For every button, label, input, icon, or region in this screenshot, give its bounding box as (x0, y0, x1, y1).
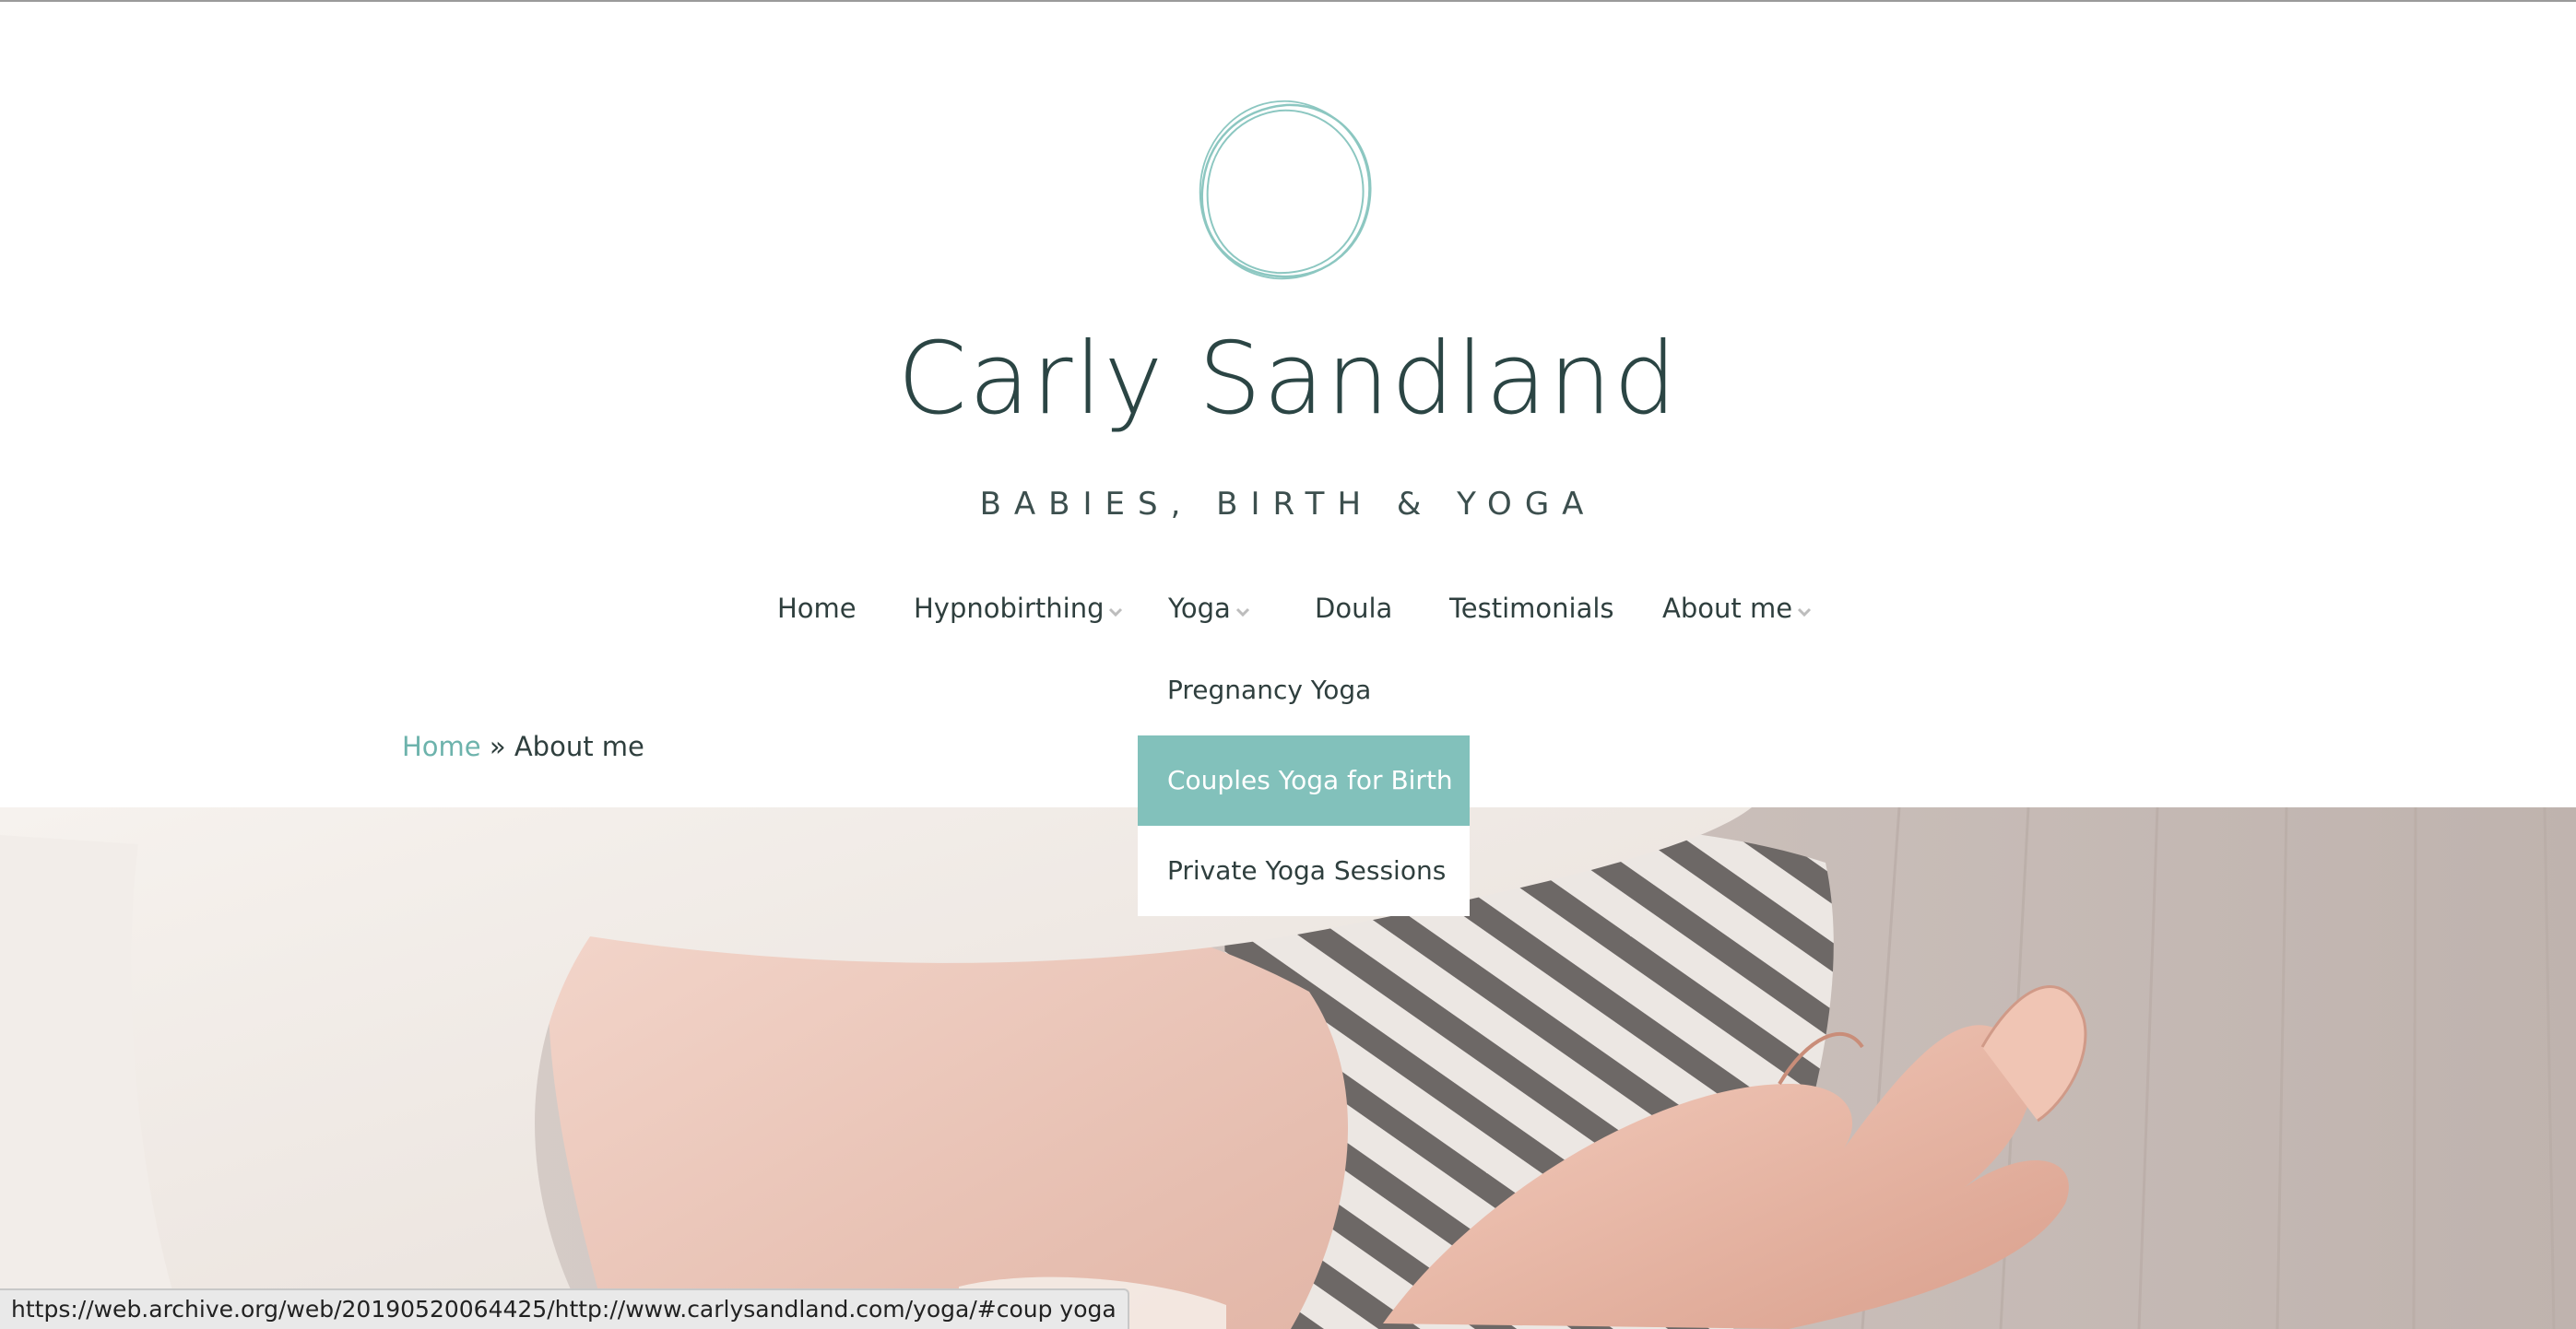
submenu-item-couples-yoga[interactable]: Couples Yoga for Birth (1138, 735, 1470, 826)
nav-item-doula[interactable]: Doula (1315, 584, 1392, 640)
nav-item-label: Home (777, 593, 857, 624)
page: Carly Sandland BABIES, BIRTH & YOGA Home… (0, 0, 2576, 1329)
breadcrumb: Home » About me (402, 726, 644, 767)
nav-item-label: Yoga (1168, 593, 1231, 624)
breadcrumb-current: About me (514, 731, 644, 762)
nav-item-label: Hypnobirthing (914, 593, 1105, 624)
chevron-down-icon (1109, 607, 1123, 617)
nav-item-label: Doula (1315, 593, 1393, 624)
submenu-item-private-yoga[interactable]: Private Yoga Sessions (1138, 826, 1470, 916)
site-tagline: BABIES, BIRTH & YOGA (979, 486, 1597, 523)
nav-item-about-me[interactable]: About me (1662, 584, 1813, 640)
site-title[interactable]: Carly Sandland (0, 320, 2576, 440)
submenu-item-pregnancy-yoga[interactable]: Pregnancy Yoga (1138, 645, 1470, 735)
main-nav: Home Hypnobirthing Yoga Doula Testimonia… (0, 584, 2576, 640)
breadcrumb-separator: » (489, 731, 506, 762)
nav-item-label: About me (1662, 593, 1793, 624)
hand-drawn-circle-icon[interactable] (1189, 94, 1383, 288)
chevron-down-icon (1235, 607, 1249, 617)
chevron-down-icon (1798, 607, 1812, 617)
breadcrumb-home-link[interactable]: Home (402, 731, 481, 762)
nav-item-label: Testimonials (1449, 593, 1614, 624)
nav-item-hypnobirthing[interactable]: Hypnobirthing (914, 584, 1124, 640)
nav-item-testimonials[interactable]: Testimonials (1449, 584, 1614, 640)
nav-item-yoga[interactable]: Yoga (1168, 584, 1251, 640)
status-url: https://web.archive.org/web/201905200644… (11, 1296, 1117, 1323)
nav-item-home[interactable]: Home (777, 584, 857, 640)
browser-status-bar: https://web.archive.org/web/201905200644… (0, 1288, 1129, 1329)
